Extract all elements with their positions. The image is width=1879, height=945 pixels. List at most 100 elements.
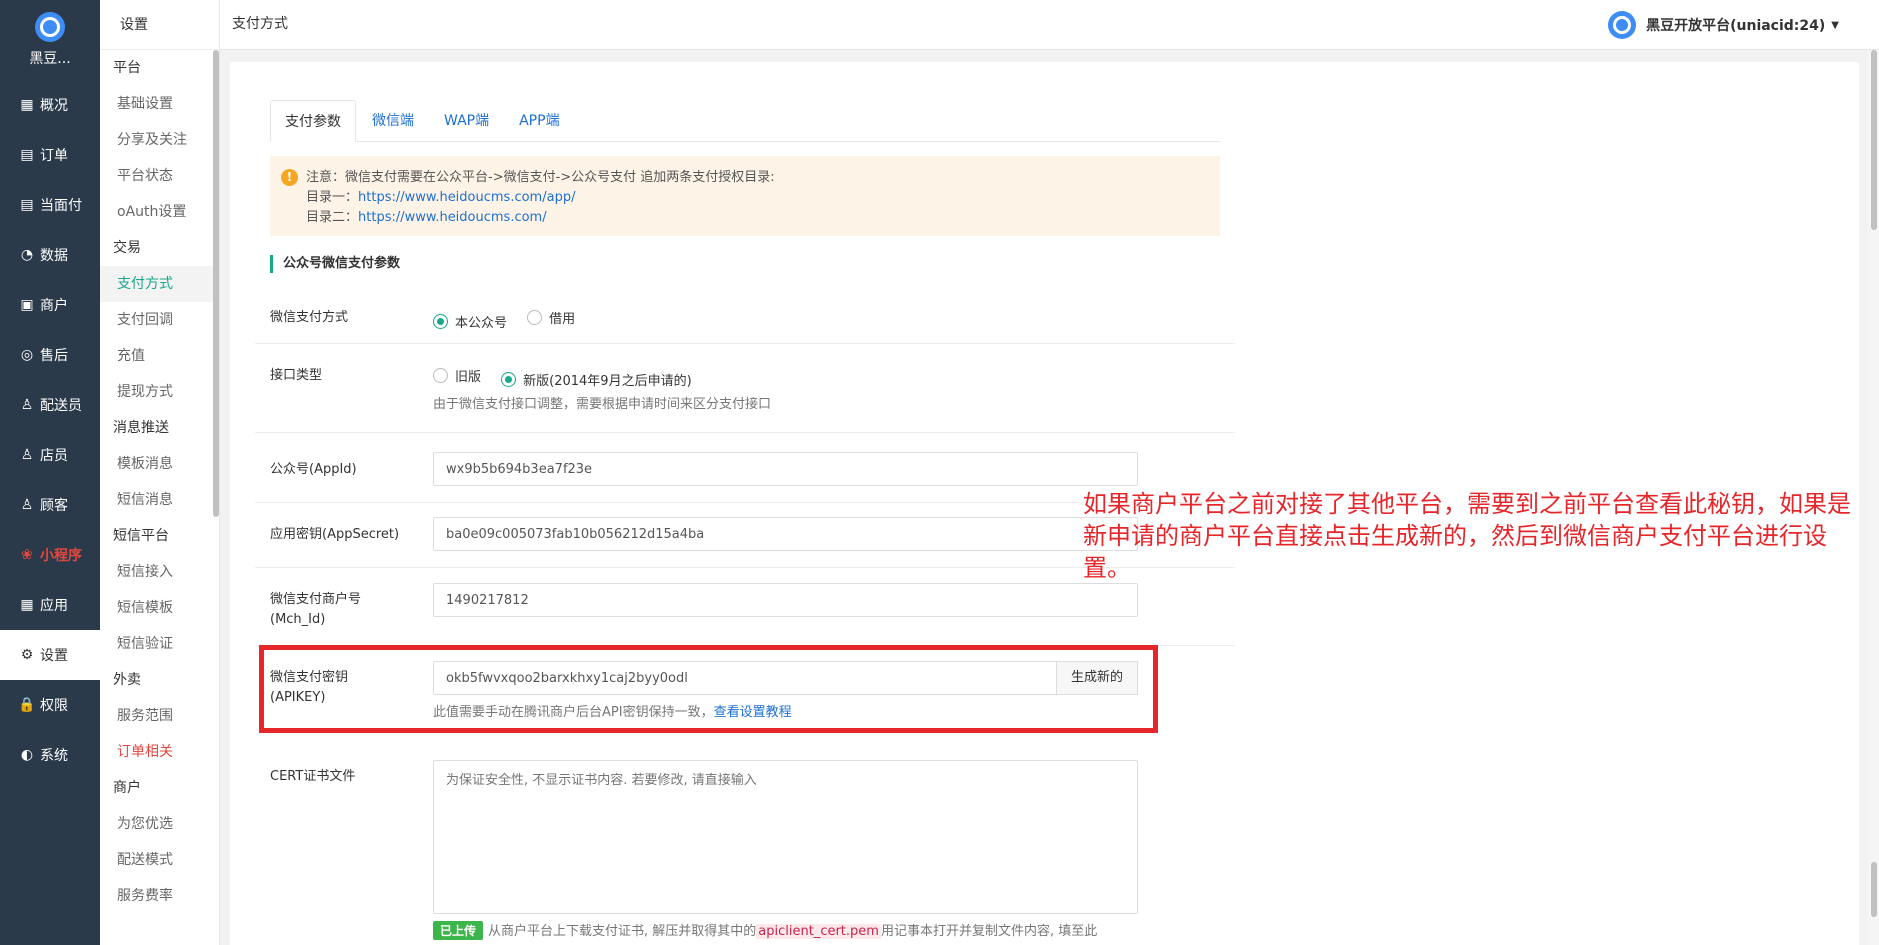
submenu-item-sms-verify[interactable]: 短信验证 [100,626,219,662]
submenu-item-order-related[interactable]: 订单相关 [100,734,219,770]
section-title: 公众号微信支付参数 [270,255,400,273]
radio-dot [527,310,543,325]
aftersale-icon: ◎ [20,347,34,363]
submenu-item-oauth[interactable]: oAuth设置 [100,194,219,230]
submenu-item-sms-template[interactable]: 短信模板 [100,590,219,626]
radio-dot [433,314,448,329]
uploaded-badge: 已上传 [433,921,484,940]
cert-help-post: 用记事本打开并复制文件内容, 填至此 [880,924,1098,939]
submenu-item-service-fee[interactable]: 服务费率 [100,878,219,914]
submenu-item-payment[interactable]: 支付方式 [100,266,219,302]
mch-id-input[interactable] [433,583,1138,617]
pay-mode-radio-borrow[interactable]: 借用 [527,308,575,327]
apps-icon: ▦ [20,597,34,613]
submenu-item-basic[interactable]: 基础设置 [100,86,219,122]
face-pay-icon: ▤ [20,197,34,213]
appid-label: 公众号(AppId) [270,462,357,477]
account-logo-icon [1608,11,1637,39]
cert-help: 已上传 从商户平台上下载支付证书, 解压并取得其中的 apiclient_cert.… [433,920,1097,940]
submenu-item-sms-msg[interactable]: 短信消息 [100,482,219,518]
submenu-group-sms: 短信平台 [113,528,169,544]
submenu-item-withdraw[interactable]: 提现方式 [100,374,219,410]
mch-id-label: 微信支付商户号 (Mch_Id) [270,590,361,630]
page-scrollbar-thumb-lower[interactable] [1871,862,1877,917]
nav-label: 数据 [40,248,68,264]
notice-dir2-label: 目录二： [306,210,359,225]
submenu-group-message: 消息推送 [113,420,169,436]
nav-label: 店员 [40,448,68,464]
brand-name: 黑豆... [29,51,71,67]
cert-filename: apiclient_cert.pem [756,924,881,939]
tab-wap[interactable]: WAP端 [430,100,503,142]
nav-label: 权限 [40,698,68,714]
brand-logo-icon [35,12,65,42]
radio-label: 新版(2014年9月之后申请的) [523,374,692,389]
api-type-radios: 旧版 新版(2014年9月之后申请的) [433,366,708,389]
notice-dir2-link[interactable]: https://www.heidoucms.com/ [358,210,547,225]
nav-item-data[interactable]: ◔ 数据 [0,230,100,280]
nav-item-customer[interactable]: ♙ 顾客 [0,480,100,530]
nav-item-settings[interactable]: ⚙ 设置 [0,630,100,680]
submenu-item-recommend[interactable]: 为您优选 [100,806,219,842]
nav-label: 配送员 [40,398,82,414]
nav-item-order[interactable]: ▤ 订单 [0,130,100,180]
miniprogram-icon: ❀ [21,547,33,563]
submenu-item-platform-status[interactable]: 平台状态 [100,158,219,194]
cert-help-pre: 从商户平台上下载支付证书, 解压并取得其中的 [488,924,757,939]
tab-app[interactable]: APP端 [505,100,573,142]
appid-input[interactable] [433,452,1138,486]
submenu-title: 设置 [100,0,219,50]
account-dropdown[interactable]: 黑豆开放平台(uniacid:24) ▼ [1608,0,1839,50]
api-type-radio-new[interactable]: 新版(2014年9月之后申请的) [501,370,692,389]
chevron-down-icon: ▼ [1831,19,1839,31]
submenu-scrollbar[interactable] [213,50,219,517]
tab-wechat[interactable]: 微信端 [358,100,428,142]
mch-id-label-line2: (Mch_Id) [270,612,326,627]
radio-label: 本公众号 [455,316,508,331]
nav-item-permission[interactable]: 🔒 权限 [0,680,100,730]
submenu-item-template-msg[interactable]: 模板消息 [100,446,219,482]
radio-dot [433,368,448,383]
settings-icon: ⚙ [20,647,34,663]
nav-item-system[interactable]: ◐ 系统 [0,730,100,780]
submenu-item-sms-access[interactable]: 短信接入 [100,554,219,590]
nav-item-aftersale[interactable]: ◎ 售后 [0,330,100,380]
submenu-item-share[interactable]: 分享及关注 [100,122,219,158]
nav-item-overview[interactable]: ▦ 概况 [0,80,100,130]
api-type-radio-old[interactable]: 旧版 [433,366,481,385]
nav-item-shop[interactable]: ▣ 商户 [0,280,100,330]
nav-item-courier[interactable]: ♙ 配送员 [0,380,100,430]
submenu-item-recharge[interactable]: 充值 [100,338,219,374]
appsecret-input[interactable] [433,517,1138,551]
submenu-item-delivery-mode[interactable]: 配送模式 [100,842,219,878]
tab-pay-params[interactable]: 支付参数 [270,100,356,142]
submenu-group-takeout: 外卖 [113,672,141,688]
payment-tabs: 支付参数 微信端 WAP端 APP端 [270,100,1220,142]
cert-textarea[interactable] [433,760,1138,914]
notice-dir2: 目录二：https://www.heidoucms.com/ [306,208,1220,228]
nav-item-face-pay[interactable]: ▤ 当面付 [0,180,100,230]
radio-label: 旧版 [455,370,482,385]
annotation-text: 如果商户平台之前对接了其他平台，需要到之前平台查看此秘钥，如果是新申请的商户平台… [1083,490,1851,582]
nav-item-clerk[interactable]: ♙ 店员 [0,430,100,480]
submenu-item-service-range[interactable]: 服务范围 [100,698,219,734]
appsecret-label: 应用密钥(AppSecret) [270,527,400,542]
brand-logo[interactable]: 黑豆... [0,0,100,80]
nav-item-apps[interactable]: ▦ 应用 [0,580,100,630]
radio-label: 借用 [549,312,576,327]
mch-id-label-line1: 微信支付商户号 [270,592,362,607]
info-icon: ! [281,169,298,186]
submenu-group-trade: 交易 [113,240,141,256]
api-type-label: 接口类型 [270,368,323,383]
nav-label: 商户 [40,298,68,314]
nav-item-miniprogram[interactable]: ❀ 小程序 [0,530,100,580]
nav-label: 概况 [40,98,68,114]
pay-mode-radio-own[interactable]: 本公众号 [433,312,507,331]
notice-dir1-link[interactable]: https://www.heidoucms.com/app/ [358,190,575,205]
cert-label: CERT证书文件 [270,769,356,784]
submenu-item-pay-callback[interactable]: 支付回调 [100,302,219,338]
page-scrollbar-thumb[interactable] [1871,50,1877,230]
highlight-box [259,645,1158,733]
customer-icon: ♙ [20,497,34,513]
clerk-icon: ♙ [20,447,34,463]
